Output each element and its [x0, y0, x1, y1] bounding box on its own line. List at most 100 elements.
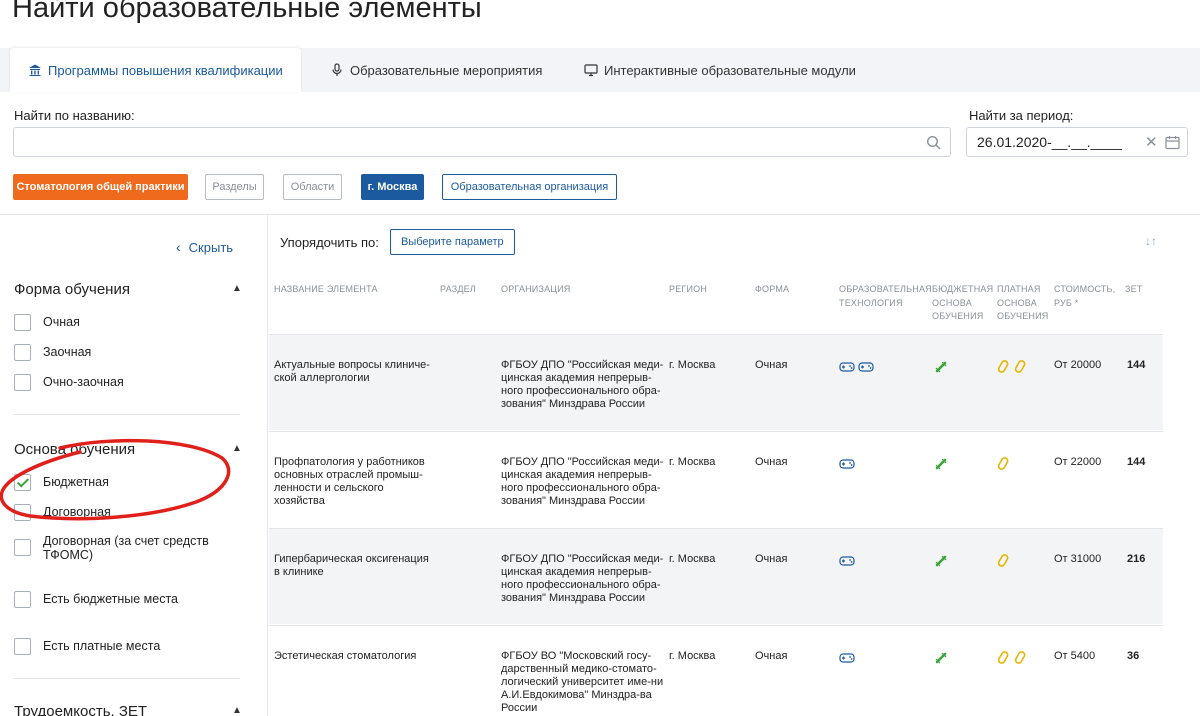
chevron-left-icon: ‹ [176, 239, 181, 255]
col-header-region[interactable]: Регион [669, 283, 707, 297]
row-name[interactable]: Актуальные вопросы клиниче-ской аллергол… [274, 359, 434, 385]
row-tech-icons [839, 553, 855, 572]
sort-arrows-icon[interactable]: ↓↑ [1145, 234, 1157, 248]
basis-section-title: Основа обучения [14, 441, 136, 458]
form-option-mixed[interactable]: Очно-заочная [14, 374, 124, 391]
row-tech-icons [839, 456, 855, 475]
checkbox-checked[interactable] [14, 474, 31, 491]
row-name[interactable]: Профпатология у работников основных отра… [274, 456, 434, 508]
chip-areas[interactable]: Области [283, 174, 342, 200]
row-name[interactable]: Гипербарическая оксигенация в клинике [274, 553, 434, 579]
filter-sidebar: ‹ Скрыть Форма обучения ▲ Очная Заочная … [0, 215, 268, 716]
chevron-up-icon[interactable]: ▲ [232, 443, 242, 454]
checkbox[interactable] [14, 504, 31, 521]
row-name[interactable]: Эстетическая стоматология [274, 650, 434, 663]
table-row[interactable]: Профпатология у работников основных отра… [269, 431, 1163, 527]
bandage-icon [933, 650, 949, 671]
row-budget-icons [933, 553, 949, 574]
row-form: Очная [755, 359, 788, 371]
gamepad-icon [839, 650, 855, 669]
section-divider [14, 414, 240, 415]
period-input[interactable]: 26.01.2020-__.__.____ ✕ [966, 127, 1188, 157]
tab-modules[interactable]: Интерактивные образовательные модули [584, 48, 856, 92]
chevron-up-icon[interactable]: ▲ [232, 283, 242, 294]
period-value: 26.01.2020-__.__.____ [977, 134, 1122, 150]
calendar-icon[interactable] [1165, 135, 1180, 150]
row-org: ФГБОУ ДПО "Российская меди-цинская акаде… [501, 553, 664, 604]
row-paid-icons [997, 456, 1011, 477]
col-header-budget[interactable]: Бюджетная основа обучения [932, 283, 993, 324]
col-header-tech[interactable]: Образовательная технология [839, 283, 932, 310]
basis-option-budget[interactable]: Бюджетная [14, 474, 109, 491]
row-form: Очная [755, 650, 788, 662]
row-tech-icons [839, 650, 855, 669]
search-icon[interactable] [926, 135, 942, 151]
gamepad-icon [858, 359, 874, 378]
row-cost: От 22000 [1054, 456, 1102, 468]
pill-icon [997, 650, 1011, 671]
row-org: ФГБОУ ДПО "Российская меди-цинская акаде… [501, 359, 664, 410]
chip-region[interactable]: г. Москва [361, 174, 424, 200]
sort-select-button[interactable]: Выберите параметр [390, 229, 515, 255]
tab-programs-label: Программы повышения квалификации [48, 62, 283, 78]
row-zet: 36 [1127, 650, 1140, 662]
col-header-paid[interactable]: Платная основа обучения [997, 283, 1051, 324]
tabs-bar: Программы повышения квалификации Образов… [0, 48, 1200, 92]
tab-programs[interactable]: Программы повышения квалификации [10, 48, 301, 92]
row-cost: От 20000 [1054, 359, 1102, 371]
bandage-icon [933, 553, 949, 574]
row-paid-icons [997, 359, 1028, 380]
form-option-full-time[interactable]: Очная [14, 314, 80, 331]
basis-option-paid-places[interactable]: Есть платные места [14, 638, 160, 655]
tab-events-label: Образовательные мероприятия [350, 62, 543, 78]
chip-specialty[interactable]: Стоматология общей практики [13, 174, 188, 200]
row-region: г. Москва [669, 553, 716, 565]
row-region: г. Москва [669, 650, 716, 662]
tab-modules-label: Интерактивные образовательные модули [604, 62, 856, 78]
col-header-name[interactable]: Название элемента [274, 283, 424, 297]
bandage-icon [933, 359, 949, 380]
microphone-icon [332, 63, 342, 76]
row-region: г. Москва [669, 359, 716, 371]
col-header-cost[interactable]: Стоимость, руб * [1054, 283, 1116, 310]
basis-option-contract[interactable]: Договорная [14, 504, 111, 521]
row-org: ФГБОУ ДПО "Российская меди-цинская акаде… [501, 456, 664, 507]
bank-icon [29, 64, 41, 76]
col-header-form[interactable]: Форма [755, 283, 789, 297]
chip-sections[interactable]: Разделы [205, 174, 264, 200]
checkbox[interactable] [14, 638, 31, 655]
clear-icon[interactable]: ✕ [1145, 133, 1158, 151]
col-header-section[interactable]: Раздел [440, 283, 476, 297]
row-cost: От 5400 [1054, 650, 1096, 662]
basis-option-budget-places[interactable]: Есть бюджетные места [14, 591, 178, 608]
basis-option-tfoms[interactable]: Договорная (за счет средств ТФОМС) [14, 533, 214, 562]
table-row[interactable]: Гипербарическая оксигенация в клинике ФГБ… [269, 528, 1163, 624]
labor-section-title: Трудоемкость, ЗЕТ [14, 703, 148, 716]
sort-label: Упорядочить по: [280, 235, 379, 250]
row-cost: От 31000 [1054, 553, 1102, 565]
col-header-org[interactable]: Организация [501, 283, 571, 297]
row-org: ФГБОУ ВО "Московский госу-дарственный ме… [501, 650, 664, 714]
name-search-input[interactable] [13, 127, 951, 157]
checkbox[interactable] [14, 374, 31, 391]
row-region: г. Москва [669, 456, 716, 468]
checkbox[interactable] [14, 591, 31, 608]
checkbox[interactable] [14, 344, 31, 361]
pill-icon [1014, 359, 1028, 380]
tab-events[interactable]: Образовательные мероприятия [330, 48, 542, 92]
form-section-title: Форма обучения [14, 281, 130, 298]
checkbox[interactable] [14, 539, 31, 556]
form-option-correspondence[interactable]: Заочная [14, 344, 91, 361]
table-row[interactable]: Эстетическая стоматология ФГБОУ ВО "Моско… [269, 625, 1163, 716]
row-budget-icons [933, 456, 949, 477]
col-header-zet[interactable]: ЗЕТ [1125, 283, 1143, 297]
chip-organization[interactable]: Образовательная организация [442, 174, 617, 200]
gamepad-icon [839, 456, 855, 475]
row-zet: 216 [1127, 553, 1146, 565]
bandage-icon [933, 456, 949, 477]
table-row[interactable]: Актуальные вопросы клиниче-ской аллергол… [269, 334, 1163, 430]
chevron-up-icon[interactable]: ▲ [232, 705, 242, 716]
checkbox[interactable] [14, 314, 31, 331]
pill-icon [997, 359, 1011, 380]
hide-sidebar-link[interactable]: ‹ Скрыть [176, 239, 233, 255]
